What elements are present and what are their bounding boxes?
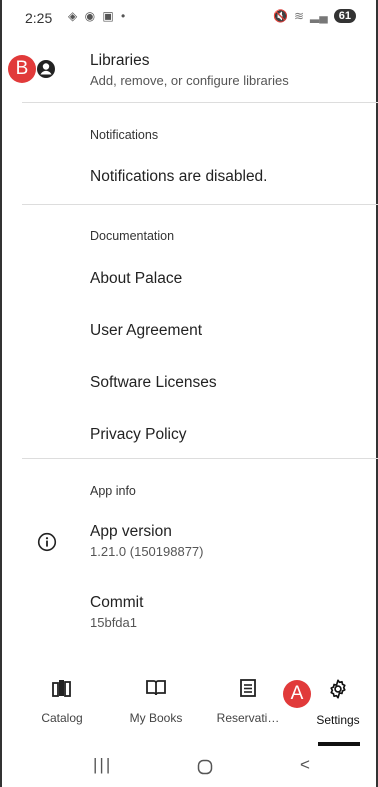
book-icon: [146, 680, 166, 696]
documentation-section-header: Documentation: [90, 229, 175, 243]
nav-my-books-label: My Books: [129, 711, 183, 725]
battery-icon: 61: [333, 9, 356, 23]
app-version-title: App version: [90, 523, 172, 540]
mute-icon: 🔇: [273, 9, 288, 23]
home-icon[interactable]: [197, 759, 213, 775]
commit-title: Commit: [90, 594, 144, 611]
annotation-badge-b: B: [8, 55, 36, 83]
app-version-value: 1.21.0 (150198877): [90, 544, 204, 559]
privacy-policy-item[interactable]: Privacy Policy: [90, 426, 378, 444]
app-version-row: App version 1.21.0 (150198877): [90, 523, 370, 559]
bottom-navigation: Catalog My Books Reservati… Settings: [22, 668, 378, 746]
status-bar: 2:25 ◈ ◉ ▣ • 🔇 ≋ ▂▄ 61: [0, 0, 378, 38]
frame-left-edge: [0, 0, 2, 787]
reservations-icon: [240, 679, 256, 697]
wifi-icon: ≋: [293, 9, 305, 23]
software-licenses-item[interactable]: Software Licenses: [90, 374, 378, 392]
nav-reservations[interactable]: Reservati…: [208, 678, 288, 725]
app-info-section-header: App info: [90, 484, 136, 498]
catalog-icon: [52, 680, 71, 697]
signal-icon: ▂▄: [310, 9, 328, 23]
user-agreement-item[interactable]: User Agreement: [90, 322, 378, 340]
annotation-badge-a: A: [283, 680, 311, 708]
commit-row: Commit 15bfda1: [90, 594, 370, 630]
divider: [22, 204, 378, 205]
gear-icon: [330, 679, 346, 699]
nav-settings[interactable]: Settings: [298, 678, 378, 727]
divider: [22, 458, 378, 459]
back-icon[interactable]: <: [300, 755, 310, 775]
about-palace-item[interactable]: About Palace: [90, 270, 378, 288]
status-icons-left: ◈ ◉ ▣ •: [68, 9, 128, 23]
status-time: 2:25: [25, 10, 53, 26]
libraries-subtitle: Add, remove, or configure libraries: [90, 73, 289, 88]
nav-catalog[interactable]: Catalog: [22, 678, 102, 725]
nav-my-books[interactable]: My Books: [116, 678, 196, 725]
nav-reservations-label: Reservati…: [216, 711, 280, 725]
libraries-row[interactable]: Libraries Add, remove, or configure libr…: [90, 52, 370, 88]
notifications-status[interactable]: Notifications are disabled.: [90, 168, 378, 186]
info-icon: [37, 532, 57, 552]
nav-settings-label: Settings: [316, 713, 360, 727]
system-navigation-bar: ||| <: [0, 745, 378, 787]
recent-apps-icon[interactable]: |||: [93, 755, 112, 775]
divider: [22, 102, 378, 103]
notifications-section-header: Notifications: [90, 128, 159, 142]
status-icons-right: 🔇 ≋ ▂▄ 61: [273, 9, 356, 23]
commit-value: 15bfda1: [90, 615, 137, 630]
nav-catalog-label: Catalog: [41, 711, 83, 725]
libraries-title: Libraries: [90, 52, 150, 69]
account-icon: [37, 60, 55, 78]
